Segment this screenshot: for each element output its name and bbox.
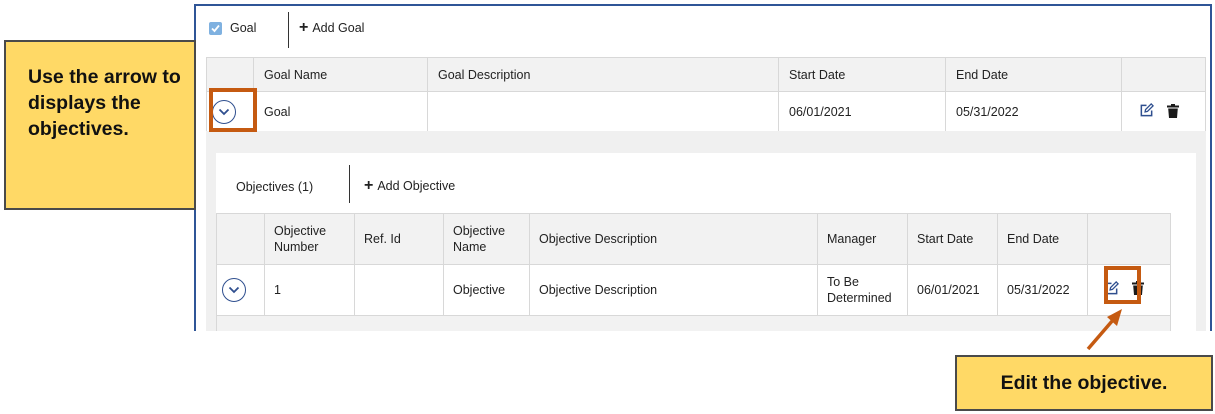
goal-description-cell [427, 91, 779, 133]
add-objective-button[interactable]: + Add Objective [364, 177, 456, 194]
add-goal-label: Add Goal [312, 21, 365, 35]
goal-tab[interactable]: Goal [230, 21, 256, 35]
expand-arrow-highlight [209, 88, 257, 132]
edit-goal-button[interactable] [1139, 103, 1154, 121]
goal-table-header: Goal Name Goal Description Start Date En… [206, 57, 1206, 92]
obj-header-manager: Manager [817, 213, 908, 265]
objectives-table-header: Objective Number Ref. Id Objective Name … [216, 213, 1171, 265]
header-actions [1121, 57, 1206, 92]
objective-start-date-cell: 06/01/2021 [907, 264, 998, 316]
obj-header-actions [1087, 213, 1171, 265]
toolbar-divider [288, 12, 289, 48]
goal-actions-cell [1121, 91, 1206, 133]
objective-number-cell: 1 [264, 264, 355, 316]
objective-ref-id-cell [354, 264, 444, 316]
goal-end-date-cell: 05/31/2022 [945, 91, 1122, 133]
obj-header-description: Objective Description [529, 213, 818, 265]
goal-toolbar: Goal + Add Goal [196, 6, 1210, 56]
objective-name-cell: Objective [443, 264, 530, 316]
goal-start-date-cell: 06/01/2021 [778, 91, 946, 133]
objectives-card: Objectives (1) + Add Objective Objective… [216, 153, 1196, 331]
chevron-down-icon [228, 286, 240, 294]
header-expand [206, 57, 254, 92]
add-objective-label: Add Objective [377, 179, 456, 193]
header-goal-name: Goal Name [253, 57, 428, 92]
expand-instruction-callout: Use the arrow to displays the objectives… [4, 40, 196, 210]
plus-icon: + [364, 177, 374, 194]
objective-description-cell: Objective Description [529, 264, 818, 316]
trash-icon [1167, 103, 1180, 118]
objective-expand-button[interactable] [222, 278, 246, 302]
header-goal-description: Goal Description [427, 57, 779, 92]
edit-icon [1140, 103, 1154, 117]
objectives-table: Objective Number Ref. Id Objective Name … [216, 213, 1171, 331]
goal-panel: Goal + Add Goal Goal Name Goal Descripti… [194, 4, 1212, 331]
obj-header-ref-id: Ref. Id [354, 213, 444, 265]
objectives-tab[interactable]: Objectives (1) [236, 180, 313, 194]
goal-table: Goal Name Goal Description Start Date En… [206, 57, 1206, 133]
obj-header-expand [216, 213, 265, 265]
add-goal-button[interactable]: + Add Goal [299, 19, 365, 36]
header-start-date: Start Date [778, 57, 946, 92]
goal-name-cell: Goal [253, 91, 428, 133]
obj-header-name: Objective Name [443, 213, 530, 265]
goal-checkbox[interactable] [209, 22, 222, 35]
objective-end-date-cell: 05/31/2022 [997, 264, 1088, 316]
delete-goal-button[interactable] [1167, 103, 1180, 121]
edit-instruction-callout: Edit the objective. [955, 355, 1213, 411]
obj-expand-cell [216, 264, 265, 316]
table-row: Goal 06/01/2021 05/31/2022 [206, 91, 1206, 133]
table-row: 1 Objective Objective Description To Be … [216, 264, 1171, 316]
objectives-divider [349, 165, 350, 203]
obj-header-end-date: End Date [997, 213, 1088, 265]
header-end-date: End Date [945, 57, 1122, 92]
obj-header-number: Objective Number [264, 213, 355, 265]
check-icon [211, 24, 220, 33]
objective-manager-cell: To Be Determined [817, 264, 908, 316]
objectives-panel: Objectives (1) + Add Objective Objective… [206, 131, 1206, 331]
plus-icon: + [299, 19, 309, 36]
edit-objective-highlight [1104, 266, 1141, 304]
obj-header-start-date: Start Date [907, 213, 998, 265]
blank-row-cell [216, 315, 1171, 331]
table-row [216, 315, 1171, 331]
